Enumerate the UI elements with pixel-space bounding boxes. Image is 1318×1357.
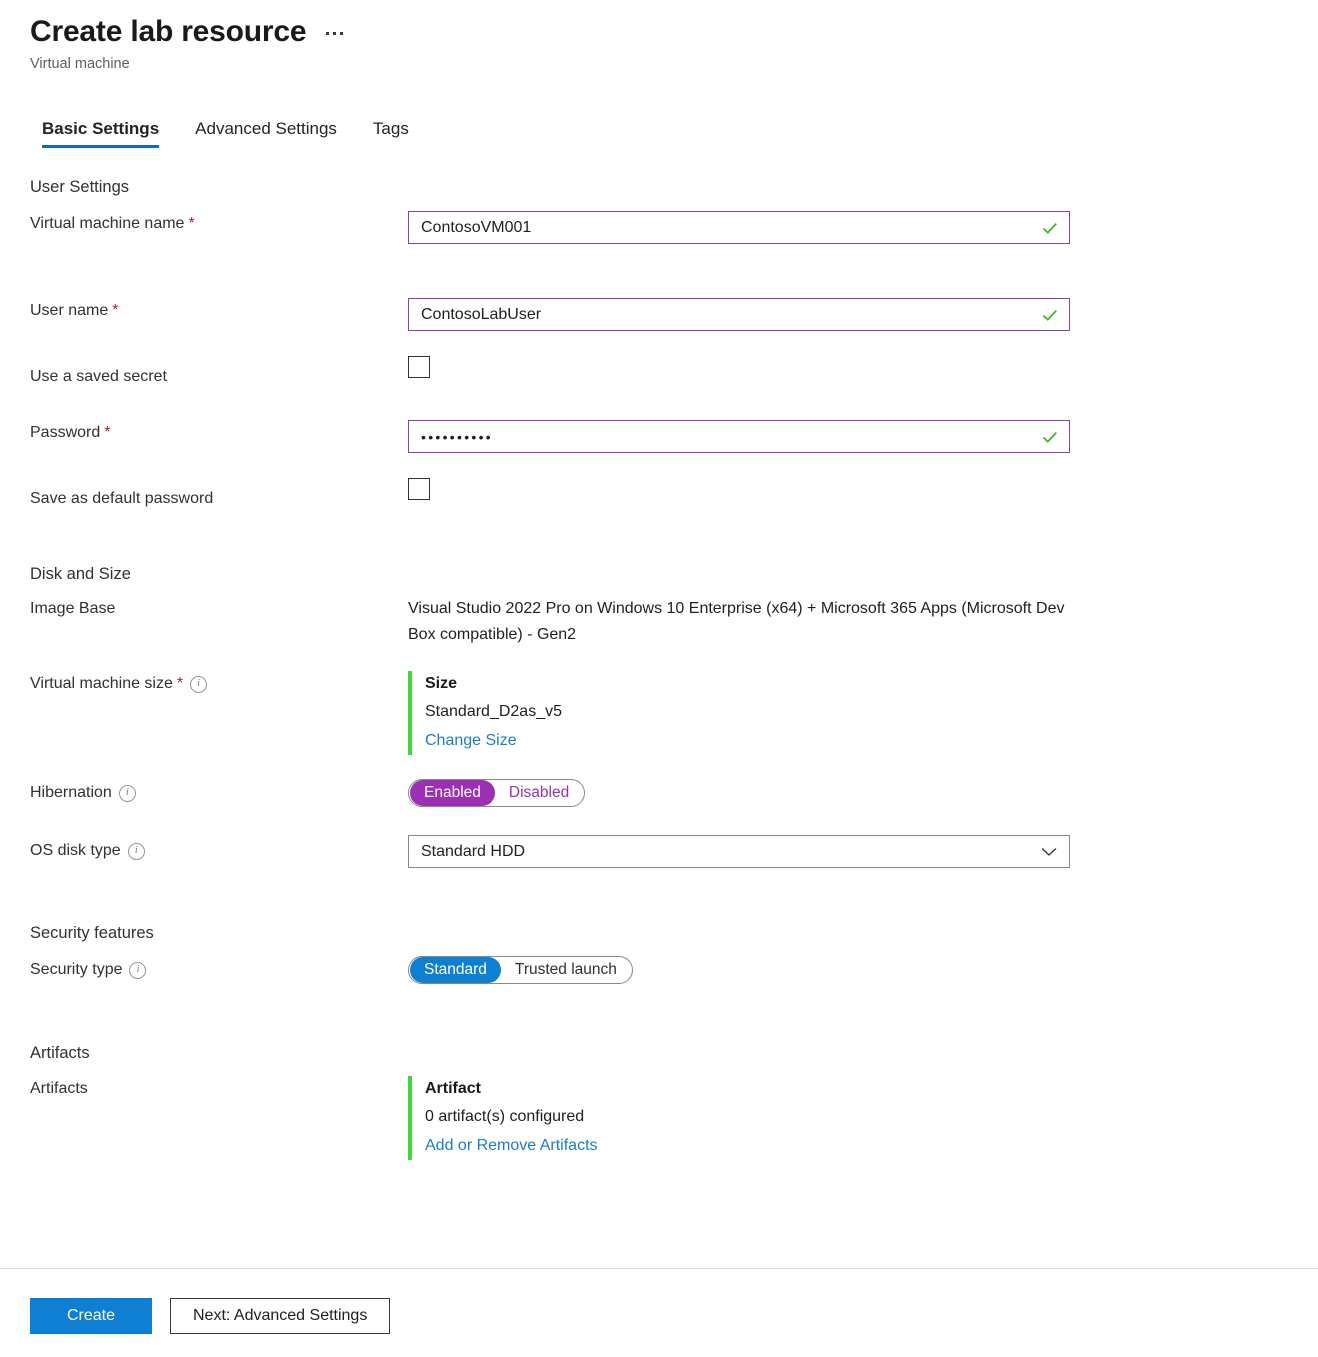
field-row-image-base: Image Base Visual Studio 2022 Pro on Win…: [30, 596, 1318, 648]
info-icon[interactable]: i: [127, 842, 145, 860]
control-image-base: Visual Studio 2022 Pro on Windows 10 Ent…: [408, 596, 1318, 648]
field-row-security-type: Security type i Standard Trusted launch: [30, 956, 1318, 986]
label-text: OS disk type: [30, 842, 121, 859]
control-vm-size: Size Standard_D2as_v5 Change Size: [408, 671, 1318, 755]
security-type-option-trusted-launch[interactable]: Trusted launch: [501, 957, 631, 983]
use-saved-secret-checkbox[interactable]: [408, 356, 430, 378]
label-text: User name: [30, 302, 109, 319]
password-input[interactable]: ••••••••••: [408, 420, 1070, 453]
vm-size-card-value: Standard_D2as_v5: [425, 703, 562, 720]
user-name-value: ContosoLabUser: [421, 305, 542, 323]
validation-check-icon: [1042, 431, 1057, 443]
label-image-base: Image Base: [30, 600, 116, 617]
label-text: Hibernation: [30, 784, 112, 801]
control-password: ••••••••••: [408, 420, 1318, 453]
label-text: Password: [30, 424, 101, 441]
title-row: Create lab resource: [30, 14, 1318, 50]
label-use-saved-secret: Use a saved secret: [30, 368, 167, 385]
required-marker: *: [104, 424, 111, 441]
label-vm-size: Virtual machine size * i: [30, 671, 408, 693]
validation-check-icon: [1042, 222, 1057, 234]
label-text: Security type: [30, 961, 123, 978]
artifacts-card-title: Artifact: [425, 1080, 482, 1097]
vm-size-card-title: Size: [425, 675, 458, 692]
vm-name-value: ContosoVM001: [421, 218, 532, 236]
vm-size-card: Size Standard_D2as_v5 Change Size: [408, 671, 1318, 755]
ellipsis-dot: [333, 32, 337, 35]
control-hibernation: Enabled Disabled: [408, 779, 1318, 807]
add-remove-artifacts-link[interactable]: Add or Remove Artifacts: [425, 1131, 598, 1160]
os-disk-type-dropdown[interactable]: Standard HDD: [408, 835, 1070, 868]
hibernation-option-disabled[interactable]: Disabled: [495, 780, 583, 806]
vm-name-input[interactable]: ContosoVM001: [408, 211, 1070, 244]
create-button[interactable]: Create: [30, 1298, 152, 1334]
label-vm-name: Virtual machine name *: [30, 211, 408, 233]
info-icon[interactable]: i: [129, 961, 147, 979]
page-header: Create lab resource Virtual machine: [0, 0, 1318, 72]
control-save-default-password: [408, 478, 1318, 500]
save-default-password-checkbox[interactable]: [408, 478, 430, 500]
footer-divider: [0, 1268, 1318, 1269]
field-row-vm-name: Virtual machine name * ContosoVM001: [30, 211, 1318, 244]
label-save-default-password: Save as default password: [30, 490, 214, 507]
section-heading-security-features: Security features: [30, 924, 154, 942]
tab-bar: Basic Settings Advanced Settings Tags: [30, 119, 1318, 148]
section-heading-artifacts: Artifacts: [30, 1044, 90, 1062]
control-os-disk-type: Standard HDD: [408, 835, 1318, 868]
hibernation-toggle-group: Enabled Disabled: [408, 779, 586, 807]
change-size-link[interactable]: Change Size: [425, 726, 517, 755]
section-heading-user-settings: User Settings: [30, 178, 130, 196]
control-use-saved-secret: [408, 356, 1318, 378]
field-row-hibernation: Hibernation i Enabled Disabled: [30, 779, 1318, 809]
control-vm-name: ContosoVM001: [408, 211, 1318, 244]
page-title: Create lab resource: [30, 15, 307, 48]
footer-actions: Create Next: Advanced Settings: [30, 1298, 391, 1334]
field-row-os-disk-type: OS disk type i Standard HDD: [30, 835, 1318, 868]
tab-advanced-settings[interactable]: Advanced Settings: [177, 119, 355, 148]
label-text: Virtual machine size: [30, 675, 173, 692]
hibernation-option-enabled[interactable]: Enabled: [410, 780, 495, 806]
field-row-user-name: User name * ContosoLabUser: [30, 298, 1318, 331]
control-artifacts: Artifact 0 artifact(s) configured Add or…: [408, 1076, 1318, 1160]
label-security-type: Security type i: [30, 956, 408, 979]
page-subtitle: Virtual machine: [30, 56, 130, 72]
artifacts-card: Artifact 0 artifact(s) configured Add or…: [408, 1076, 1318, 1160]
field-row-default-password: Save as default password: [30, 478, 1318, 508]
tab-basic-settings[interactable]: Basic Settings: [30, 119, 177, 148]
basic-settings-form: User Settings Virtual machine name * Con…: [0, 178, 1318, 1160]
label-user-name: User name *: [30, 298, 408, 320]
field-row-artifacts: Artifacts Artifact 0 artifact(s) configu…: [30, 1076, 1318, 1160]
ellipsis-dot: [340, 32, 344, 35]
security-type-toggle-group: Standard Trusted launch: [408, 956, 633, 984]
ellipsis-dot: [326, 32, 330, 35]
label-hibernation: Hibernation i: [30, 779, 408, 802]
required-marker: *: [188, 215, 195, 232]
image-base-value: Visual Studio 2022 Pro on Windows 10 Ent…: [408, 600, 1065, 643]
more-options-icon[interactable]: [326, 32, 344, 35]
required-marker: *: [112, 302, 119, 319]
section-heading-disk-and-size: Disk and Size: [30, 565, 131, 583]
label-text: Virtual machine name: [30, 215, 185, 232]
tab-tags[interactable]: Tags: [355, 119, 427, 148]
label-os-disk-type: OS disk type i: [30, 835, 408, 860]
required-marker: *: [176, 675, 184, 692]
next-advanced-settings-button[interactable]: Next: Advanced Settings: [170, 1298, 391, 1334]
info-icon[interactable]: i: [190, 675, 208, 693]
chevron-down-icon: [1041, 847, 1057, 856]
artifacts-card-value: 0 artifact(s) configured: [425, 1108, 585, 1125]
field-row-vm-size: Virtual machine size * i Size Standard_D…: [30, 671, 1318, 755]
label-artifacts: Artifacts: [30, 1080, 88, 1097]
create-lab-resource-page: Create lab resource Virtual machine Basi…: [0, 0, 1318, 1357]
security-type-option-standard[interactable]: Standard: [410, 957, 501, 983]
label-password: Password *: [30, 420, 408, 442]
user-name-input[interactable]: ContosoLabUser: [408, 298, 1070, 331]
control-security-type: Standard Trusted launch: [408, 956, 1318, 984]
control-user-name: ContosoLabUser: [408, 298, 1318, 331]
password-value: ••••••••••: [421, 428, 494, 445]
os-disk-type-value: Standard HDD: [421, 842, 526, 860]
field-row-saved-secret: Use a saved secret: [30, 356, 1318, 386]
validation-check-icon: [1042, 309, 1057, 321]
info-icon[interactable]: i: [118, 784, 136, 802]
field-row-password: Password * ••••••••••: [30, 420, 1318, 453]
